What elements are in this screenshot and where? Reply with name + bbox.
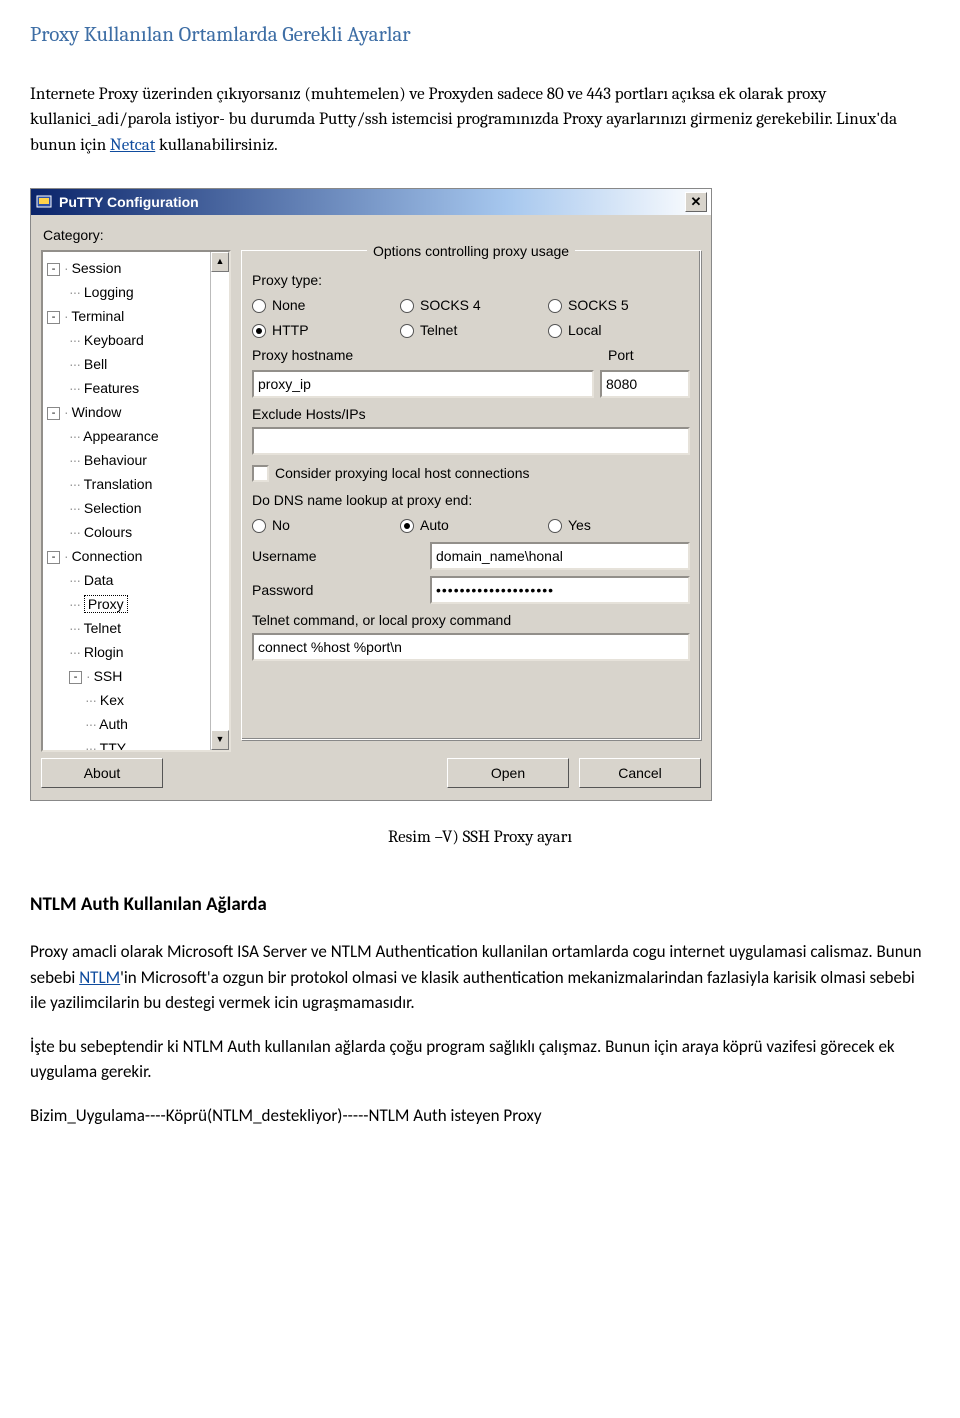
radio-local[interactable]: Local — [548, 320, 690, 341]
collapse-icon[interactable]: - — [47, 263, 60, 276]
ntlm-para-3: Bizim_Uygulama----Köprü(NTLM_destekliyor… — [30, 1103, 930, 1129]
putty-icon — [35, 193, 53, 211]
collapse-icon[interactable]: - — [69, 671, 82, 684]
ntlm-para-2: İşte bu sebeptendir ki NTLM Auth kullanı… — [30, 1034, 930, 1085]
tree-behaviour[interactable]: ··· Behaviour — [47, 448, 229, 472]
tree-ssh[interactable]: -· SSH — [47, 664, 229, 688]
radio-none[interactable]: None — [252, 295, 394, 316]
radio-dns-auto[interactable]: Auto — [400, 515, 542, 536]
figure-caption: Resim –V) SSH Proxy ayarı — [30, 825, 930, 851]
tree-selection[interactable]: ··· Selection — [47, 496, 229, 520]
port-label: Port — [608, 345, 690, 366]
tree-telnet[interactable]: ··· Telnet — [47, 616, 229, 640]
username-input[interactable]: domain_name\honal — [430, 542, 690, 570]
section-heading-ntlm: NTLM Auth Kullanılan Ağlarda — [30, 891, 930, 920]
figure-putty: PuTTY Configuration ✕ Category: -· Sessi… — [30, 188, 930, 801]
intro-paragraph: Internete Proxy üzerinden çıkıyorsanız (… — [30, 82, 930, 159]
open-button[interactable]: Open — [447, 758, 569, 788]
tree-translation[interactable]: ··· Translation — [47, 472, 229, 496]
telnet-cmd-input[interactable]: connect %host %port\n — [252, 633, 690, 661]
tree-proxy[interactable]: ··· Proxy — [47, 592, 229, 616]
collapse-icon[interactable]: - — [47, 311, 60, 324]
tree-scrollbar[interactable]: ▲ ▼ — [210, 252, 229, 750]
radio-dns-no[interactable]: No — [252, 515, 394, 536]
tree-window[interactable]: -· Window — [47, 400, 229, 424]
collapse-icon[interactable]: - — [47, 407, 60, 420]
proxy-groupbox: Options controlling proxy usage Proxy ty… — [241, 250, 701, 740]
ntlm-link[interactable]: NTLM — [79, 967, 120, 988]
tree-session[interactable]: -· Session — [47, 256, 229, 280]
tree-data[interactable]: ··· Data — [47, 568, 229, 592]
intro-text-2: kullanabilirsiniz. — [155, 136, 277, 155]
tree-keyboard[interactable]: ··· Keyboard — [47, 328, 229, 352]
close-button[interactable]: ✕ — [685, 192, 707, 212]
netcat-link[interactable]: Netcat — [110, 136, 155, 155]
telnet-cmd-label: Telnet command, or local proxy command — [252, 610, 690, 631]
radio-dns-yes[interactable]: Yes — [548, 515, 690, 536]
dns-label: Do DNS name lookup at proxy end: — [252, 490, 690, 511]
scroll-up-icon[interactable]: ▲ — [211, 252, 229, 272]
radio-socks4[interactable]: SOCKS 4 — [400, 295, 542, 316]
section-heading-proxy: Proxy Kullanılan Ortamlarda Gerekli Ayar… — [30, 20, 930, 52]
radio-http[interactable]: HTTP — [252, 320, 394, 341]
tree-appearance[interactable]: ··· Appearance — [47, 424, 229, 448]
about-button[interactable]: About — [41, 758, 163, 788]
collapse-icon[interactable]: - — [47, 551, 60, 564]
category-tree[interactable]: -· Session ··· Logging -· Terminal ··· K… — [41, 250, 231, 752]
putty-window: PuTTY Configuration ✕ Category: -· Sessi… — [30, 188, 712, 801]
tree-connection[interactable]: -· Connection — [47, 544, 229, 568]
tree-kex[interactable]: ··· Kex — [47, 688, 229, 712]
ntlm-text-2: 'in Microsoft'a ozgun bir protokol olmas… — [30, 967, 915, 1014]
tree-features[interactable]: ··· Features — [47, 376, 229, 400]
tree-tty[interactable]: ··· TTY — [47, 736, 229, 752]
panel-title: Options controlling proxy usage — [367, 241, 575, 262]
hostname-label: Proxy hostname — [252, 345, 602, 366]
hostname-input[interactable]: proxy_ip — [252, 370, 594, 398]
tree-colours[interactable]: ··· Colours — [47, 520, 229, 544]
proxy-type-label: Proxy type: — [252, 270, 690, 291]
port-input[interactable]: 8080 — [600, 370, 690, 398]
username-label: Username — [252, 542, 422, 570]
scroll-down-icon[interactable]: ▼ — [211, 730, 229, 750]
tree-bell[interactable]: ··· Bell — [47, 352, 229, 376]
tree-auth[interactable]: ··· Auth — [47, 712, 229, 736]
password-label: Password — [252, 576, 422, 604]
window-title: PuTTY Configuration — [59, 192, 199, 213]
tree-rlogin[interactable]: ··· Rlogin — [47, 640, 229, 664]
radio-telnet[interactable]: Telnet — [400, 320, 542, 341]
consider-checkbox[interactable]: Consider proxying local host connections — [252, 463, 690, 484]
password-input[interactable]: •••••••••••••••••••• — [430, 576, 690, 604]
exclude-input[interactable] — [252, 427, 690, 455]
tree-terminal[interactable]: -· Terminal — [47, 304, 229, 328]
exclude-label: Exclude Hosts/IPs — [252, 404, 690, 425]
radio-socks5[interactable]: SOCKS 5 — [548, 295, 690, 316]
ntlm-para-1: Proxy amacli olarak Microsoft ISA Server… — [30, 939, 930, 1016]
close-icon: ✕ — [691, 192, 702, 212]
tree-logging[interactable]: ··· Logging — [47, 280, 229, 304]
cancel-button[interactable]: Cancel — [579, 758, 701, 788]
titlebar: PuTTY Configuration ✕ — [31, 189, 711, 215]
